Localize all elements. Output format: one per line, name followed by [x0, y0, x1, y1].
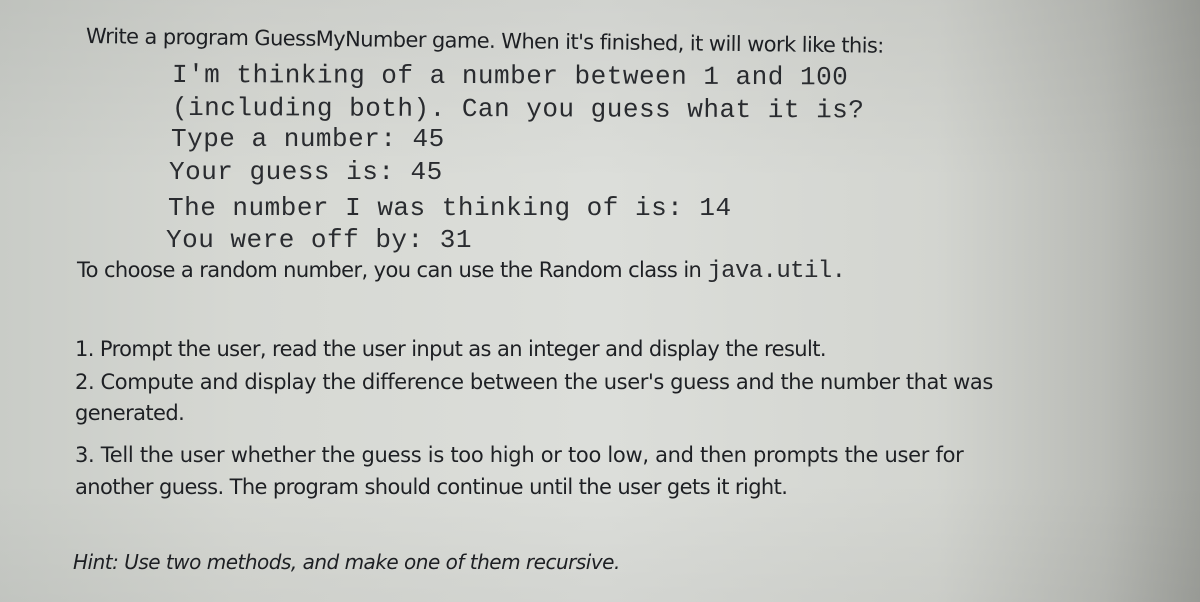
step-3-continued: another guess. The program should contin… — [75, 475, 788, 499]
random-note-code: java.util. — [707, 258, 846, 285]
intro-text: Write a program GuessMyNumber game. When… — [85, 24, 884, 58]
sample-output-line: I'm thinking of a number between 1 and 1… — [171, 60, 849, 93]
sample-output-line: You were off by: 31 — [166, 225, 472, 255]
step-2: 2. Compute and display the difference be… — [75, 370, 993, 394]
random-note-text: To choose a random number, you can use t… — [77, 258, 708, 282]
step-1: 1. Prompt the user, read the user input … — [75, 337, 827, 361]
random-class-note: To choose a random number, you can use t… — [77, 258, 846, 285]
step-2-continued: generated. — [75, 401, 185, 425]
sample-output-line: Your guess is: 45 — [169, 157, 443, 187]
step-3: 3. Tell the user whether the guess is to… — [75, 443, 964, 467]
sample-output-line: Type a number: 45 — [171, 124, 445, 154]
hint-text: Hint: Use two methods, and make one of t… — [73, 550, 620, 574]
assignment-document: Write a program GuessMyNumber game. When… — [0, 0, 1200, 602]
sample-output-line: (including both). Can you guess what it … — [171, 93, 865, 126]
sample-output-line: The number I was thinking of is: 14 — [168, 193, 732, 223]
